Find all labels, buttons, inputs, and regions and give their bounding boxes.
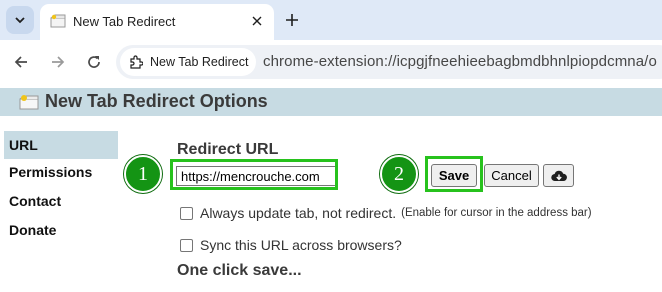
sidebar-item-donate[interactable]: Donate — [4, 216, 118, 244]
browser-toolbar: New Tab Redirect chrome-extension://icpg… — [0, 40, 662, 84]
cloud-download-icon — [550, 170, 567, 181]
plus-icon — [286, 14, 298, 26]
site-info-chip[interactable]: New Tab Redirect — [120, 48, 256, 76]
tab-close-button[interactable] — [247, 11, 267, 31]
chevron-down-icon — [15, 17, 25, 24]
cancel-button[interactable]: Cancel — [484, 164, 539, 187]
address-bar[interactable]: New Tab Redirect chrome-extension://icpg… — [116, 45, 662, 79]
url-text[interactable]: chrome-extension://icpgjfneehieebagbmdbh… — [263, 53, 657, 70]
save-highlight-box — [425, 156, 483, 192]
one-click-save-title: One click save... — [177, 262, 302, 279]
sidebar-item-url[interactable]: URL — [4, 131, 118, 159]
sync-url-checkbox[interactable] — [180, 238, 193, 252]
cloud-save-button[interactable] — [543, 164, 574, 187]
back-arrow-icon — [14, 56, 27, 68]
input-highlight-box — [170, 159, 338, 190]
new-tab-button[interactable] — [281, 9, 303, 31]
sidebar-item-contact[interactable]: Contact — [4, 187, 118, 215]
always-update-note: (Enable for cursor in the address bar) — [401, 207, 592, 219]
option-always-update: Always update tab, not redirect. (Enable… — [180, 205, 592, 221]
tab-favicon-icon — [50, 14, 66, 28]
page-header: New Tab Redirect Options — [0, 88, 662, 116]
extension-icon — [130, 55, 143, 69]
active-tab[interactable]: New Tab Redirect — [40, 4, 274, 40]
sync-url-label: Sync this URL across browsers? — [200, 237, 402, 253]
forward-arrow-icon — [52, 56, 65, 68]
always-update-label: Always update tab, not redirect. — [200, 205, 397, 221]
reload-icon — [88, 56, 100, 68]
header-logo-icon — [19, 95, 39, 110]
sidebar-item-permissions[interactable]: Permissions — [4, 158, 118, 186]
option-sync-url: Sync this URL across browsers? — [180, 237, 402, 253]
close-icon — [252, 16, 262, 26]
forward-button[interactable] — [46, 50, 70, 74]
tab-strip: New Tab Redirect — [0, 0, 662, 40]
back-button[interactable] — [9, 50, 33, 74]
step-badge-1: 1 — [124, 155, 162, 193]
step-badge-2: 2 — [380, 155, 418, 193]
always-update-checkbox[interactable] — [180, 206, 193, 220]
page-title: New Tab Redirect Options — [45, 91, 268, 111]
section-title: Redirect URL — [177, 141, 279, 158]
tab-search-button[interactable] — [6, 6, 34, 34]
tab-title: New Tab Redirect — [73, 14, 176, 29]
site-chip-label: New Tab Redirect — [150, 55, 249, 69]
reload-button[interactable] — [82, 50, 106, 74]
